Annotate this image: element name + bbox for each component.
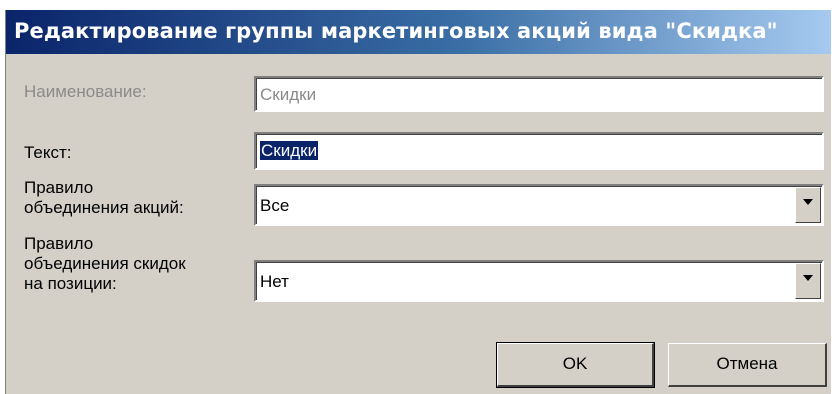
promo-rule-select[interactable]: Все: [254, 184, 824, 226]
name-field-value: Скидки: [260, 85, 317, 104]
name-field: Скидки: [254, 76, 824, 112]
discount-rule-label: Правило объединения скидок на позиции:: [24, 234, 186, 293]
edit-promo-group-dialog: Редактирование группы маркетинговых акци…: [5, 10, 831, 394]
text-field-value: Скидки: [260, 141, 319, 161]
text-label: Текст:: [24, 143, 72, 162]
dialog-title: Редактирование группы маркетинговых акци…: [14, 19, 778, 43]
promo-rule-label: Правило объединения акций:: [24, 178, 184, 217]
text-field[interactable]: Скидки: [254, 132, 824, 170]
discount-rule-select[interactable]: Нет: [254, 260, 824, 302]
name-label: Наименование:: [24, 82, 147, 101]
title-bar[interactable]: Редактирование группы маркетинговых акци…: [6, 10, 831, 54]
cancel-button[interactable]: Отмена: [668, 343, 827, 387]
chevron-down-icon[interactable]: [795, 263, 821, 299]
chevron-down-icon[interactable]: [795, 187, 821, 223]
discount-rule-value: Нет: [260, 272, 289, 291]
text-field-selection: Скидки: [260, 141, 319, 160]
ok-button[interactable]: OK: [496, 342, 655, 388]
promo-rule-value: Все: [260, 196, 290, 215]
